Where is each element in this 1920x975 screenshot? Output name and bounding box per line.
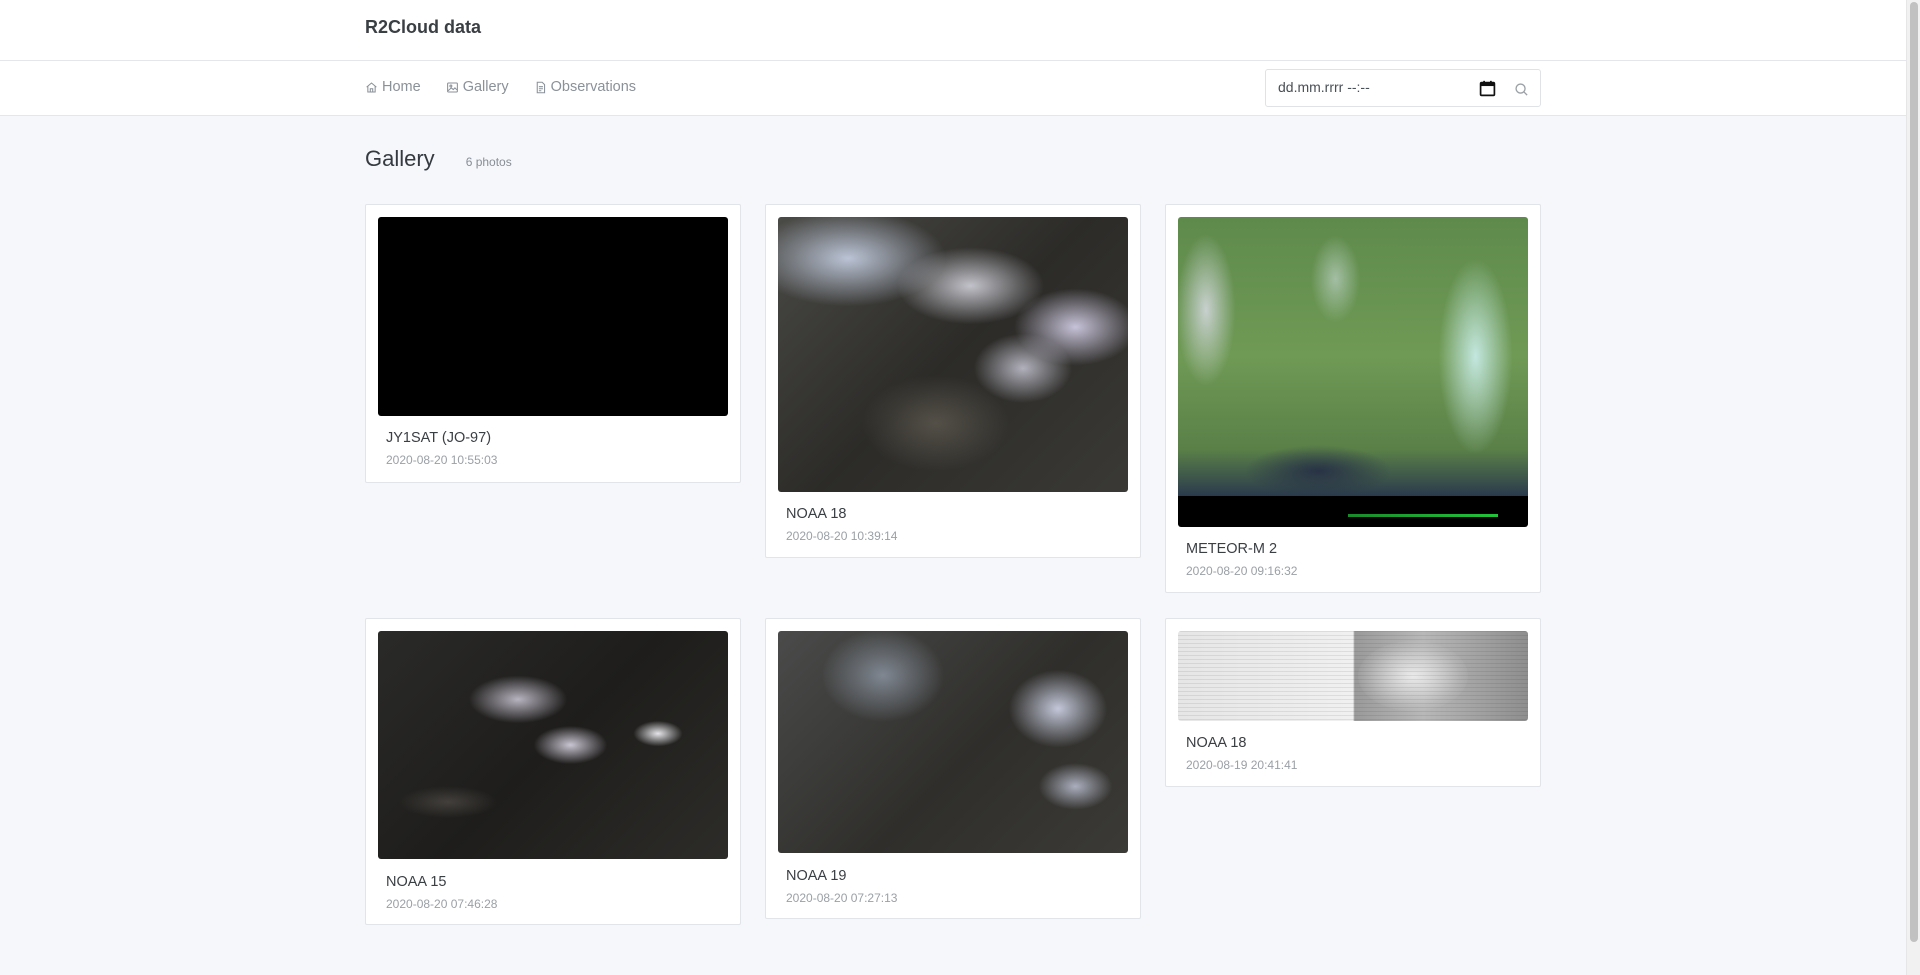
page-title: Gallery — [365, 146, 435, 171]
satellite-image[interactable] — [378, 631, 728, 859]
scrollbar-thumb[interactable] — [1910, 2, 1918, 942]
top-header: R2Cloud data — [0, 0, 1906, 61]
calendar-icon[interactable] — [1479, 80, 1496, 97]
photo-timestamp: 2020-08-20 07:46:28 — [386, 897, 498, 911]
satellite-image[interactable] — [778, 631, 1128, 853]
satellite-image[interactable] — [1178, 217, 1528, 527]
photo-satellite: NOAA 19 — [786, 868, 847, 884]
brand-link[interactable]: R2Cloud data — [365, 17, 481, 38]
page-header: Gallery 6 photos — [365, 146, 512, 172]
image-artifact — [1348, 514, 1498, 517]
photo-timestamp: 2020-08-20 10:39:14 — [786, 529, 898, 543]
photo-satellite: NOAA 18 — [1186, 735, 1247, 751]
image-icon — [446, 82, 458, 92]
photo-satellite: METEOR-M 2 — [1186, 541, 1278, 557]
photo-satellite: NOAA 18 — [786, 506, 847, 522]
search-icon[interactable] — [1514, 82, 1529, 97]
nav-item-label: Gallery — [462, 79, 509, 95]
satellite-image[interactable] — [1178, 631, 1528, 721]
nav-bar: Home Gallery Observations dd.mm.rrrr --:… — [0, 61, 1906, 116]
cloud-swirl — [1358, 641, 1468, 711]
nav-item-label: Observations — [550, 79, 637, 95]
photo-card[interactable]: NOAA 15 2020-08-20 07:46:28 — [365, 618, 741, 925]
nav-menu: Home Gallery Observations — [365, 79, 636, 95]
photo-count: 6 photos — [465, 155, 512, 169]
photo-satellite: NOAA 15 — [386, 874, 447, 890]
photo-timestamp: 2020-08-20 09:16:32 — [1186, 564, 1298, 578]
photo-card[interactable]: NOAA 18 2020-08-20 10:39:14 — [765, 204, 1141, 558]
photo-timestamp: 2020-08-20 07:27:13 — [786, 891, 898, 905]
photo-card[interactable]: JY1SAT (JO-97) 2020-08-20 10:55:03 — [365, 204, 741, 483]
page-scrollbar[interactable] — [1906, 0, 1920, 975]
document-icon — [536, 81, 545, 93]
satellite-image[interactable] — [778, 217, 1128, 492]
photo-timestamp: 2020-08-19 20:41:41 — [1186, 758, 1298, 772]
nav-item-observations[interactable]: Observations — [534, 79, 636, 95]
nav-item-gallery[interactable]: Gallery — [446, 79, 509, 95]
photo-satellite: JY1SAT (JO-97) — [386, 430, 492, 446]
home-icon — [366, 81, 377, 92]
nav-item-label: Home — [382, 79, 421, 95]
date-filter: dd.mm.rrrr --:-- — [1265, 69, 1541, 107]
satellite-image[interactable] — [378, 217, 728, 416]
photo-timestamp: 2020-08-20 10:55:03 — [386, 453, 498, 467]
date-input[interactable]: dd.mm.rrrr --:-- — [1278, 79, 1370, 95]
photo-card[interactable]: NOAA 18 2020-08-19 20:41:41 — [1165, 618, 1541, 787]
photo-card[interactable]: NOAA 19 2020-08-20 07:27:13 — [765, 618, 1141, 919]
photo-card[interactable]: METEOR-M 2 2020-08-20 09:16:32 — [1165, 204, 1541, 593]
nav-item-home[interactable]: Home — [365, 79, 421, 95]
